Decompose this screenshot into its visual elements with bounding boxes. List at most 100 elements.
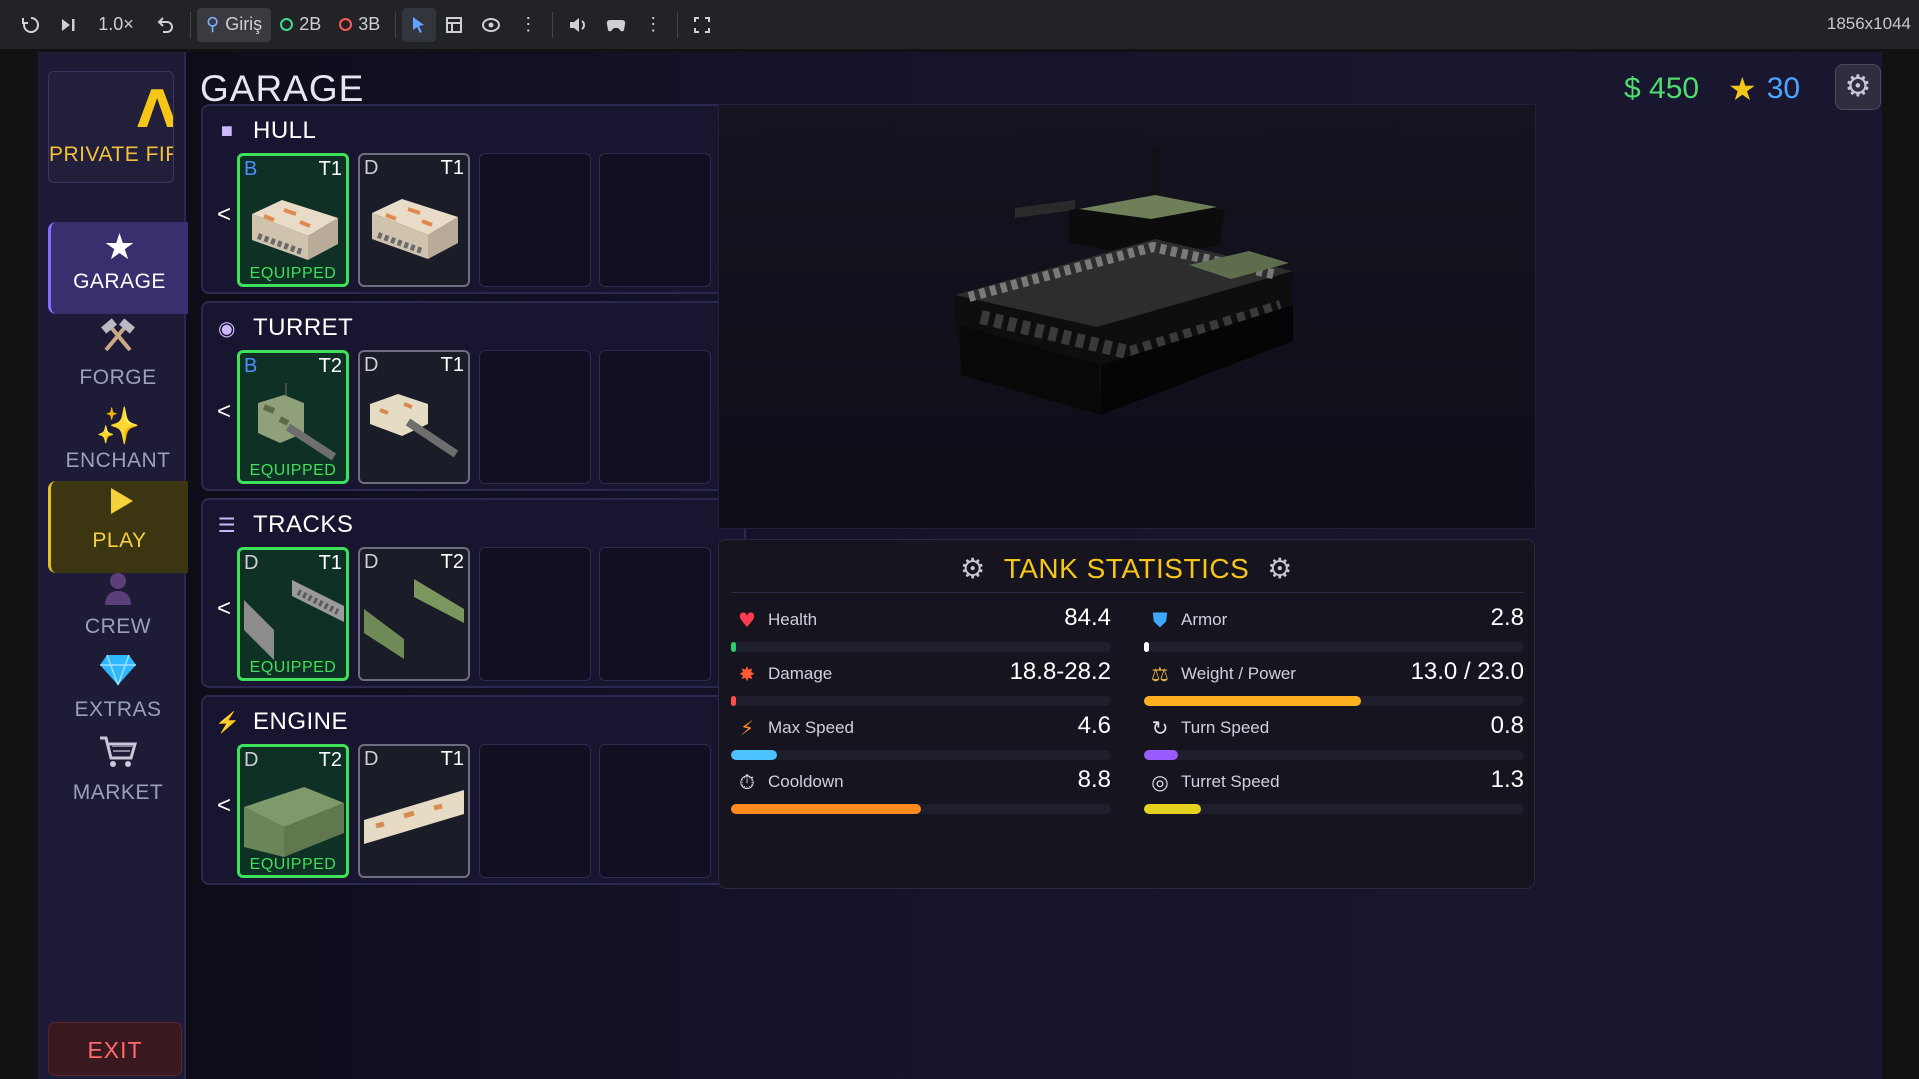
tier-label: T1: [440, 157, 464, 179]
divider: [552, 11, 554, 38]
pin-icon: ⚲: [206, 14, 220, 34]
part-slot[interactable]: D T1: [358, 153, 470, 287]
nav-label: PLAY: [92, 529, 147, 552]
rank-logo: Λ.: [137, 80, 174, 140]
tier-label: T1: [318, 158, 342, 180]
gear-icon: ⚙: [960, 553, 986, 584]
stat-bar-fill: [731, 696, 736, 706]
empty-slot[interactable]: [599, 350, 711, 484]
part-slot[interactable]: D T1: [358, 350, 470, 484]
nav-crew[interactable]: CREW: [48, 567, 188, 659]
part-panel-tracks: ☰ TRACKS < D T1 EQUIPPED D T2 >: [201, 498, 746, 688]
nav-garage[interactable]: ★ GARAGE: [48, 222, 188, 314]
nav-extras[interactable]: EXTRAS: [48, 650, 188, 742]
sidebar: Λ. PRIVATE FIRST ★ GARAGE FORGE ✨ ENCHAN…: [38, 52, 188, 1079]
tier-label: T1: [440, 354, 464, 376]
layout-icon[interactable]: [436, 8, 472, 42]
nav-forge[interactable]: FORGE: [48, 318, 188, 410]
part-slot[interactable]: B T2 EQUIPPED: [237, 350, 349, 484]
gem-icon: [48, 650, 188, 698]
stopwatch-icon: ⏱: [739, 770, 755, 794]
empty-slot[interactable]: [479, 153, 591, 287]
settings-button[interactable]: ⚙: [1835, 64, 1881, 110]
rank-badge[interactable]: Λ. PRIVATE FIRST: [48, 71, 174, 183]
cart-icon: [48, 733, 188, 781]
tank-preview[interactable]: [718, 104, 1536, 529]
divider: [677, 11, 679, 38]
part-slot[interactable]: D T1 EQUIPPED: [237, 547, 349, 681]
scene-tab[interactable]: ⚲ Giriş: [197, 7, 272, 42]
empty-slot[interactable]: [479, 744, 591, 878]
stat-value: 2.8: [1490, 604, 1524, 631]
part-slot[interactable]: B T1 EQUIPPED: [237, 153, 349, 287]
empty-slot[interactable]: [599, 744, 711, 878]
more-icon[interactable]: ⋮: [510, 8, 546, 42]
divider: [190, 11, 191, 38]
gamepad-icon[interactable]: [597, 8, 635, 42]
part-header: ◉ TURRET: [215, 314, 353, 342]
scene-tab-label: Giriş: [225, 14, 263, 34]
speed-button[interactable]: 1.0×: [86, 8, 146, 42]
stat-bar: [731, 804, 1111, 814]
hull-thumbnail: [372, 199, 458, 259]
stat-cooldown: ⏱ Cooldown 8.8: [731, 766, 1111, 816]
nav-label: MARKET: [72, 781, 164, 804]
equipped-label: EQUIPPED: [249, 462, 337, 479]
rarity-label: D: [364, 748, 379, 770]
stat-label: Weight / Power: [1181, 664, 1296, 683]
volume-icon[interactable]: [559, 8, 597, 42]
part-slot[interactable]: D T2: [358, 547, 470, 681]
stat-bar-fill: [731, 750, 777, 760]
part-slot[interactable]: D T1: [358, 744, 470, 878]
rarity-label: D: [364, 157, 379, 179]
stat-bar-fill: [1144, 804, 1201, 814]
stats-header: ⚙ TANK STATISTICS ⚙: [719, 552, 1534, 585]
pointer-icon[interactable]: [402, 7, 437, 42]
stat-bar-fill: [731, 642, 736, 652]
nav-enchant[interactable]: ✨ ENCHANT: [48, 401, 188, 493]
hull-thumbnail: [252, 200, 338, 260]
part-header: ⚡ ENGINE: [215, 708, 348, 736]
empty-slot[interactable]: [599, 153, 711, 287]
empty-slot[interactable]: [599, 547, 711, 681]
refresh-icon[interactable]: [12, 8, 50, 42]
stat-label: Armor: [1181, 610, 1228, 629]
mode-3d-button[interactable]: 3B: [330, 8, 389, 42]
prev-arrow[interactable]: <: [217, 595, 231, 623]
stat-bar-fill: [731, 804, 921, 814]
rank-name: PRIVATE FIRST: [49, 143, 173, 166]
stat-value: 0.8: [1490, 712, 1524, 739]
nav-play[interactable]: PLAY: [48, 481, 188, 573]
prev-arrow[interactable]: <: [217, 201, 231, 229]
prev-arrow[interactable]: <: [217, 398, 231, 426]
fullscreen-icon[interactable]: [684, 8, 720, 42]
nav-market[interactable]: MARKET: [48, 733, 188, 825]
part-panel-engine: ⚡ ENGINE < D T2 EQUIPPED D T1 >: [201, 695, 746, 885]
empty-slot[interactable]: [479, 350, 591, 484]
stat-bar-fill: [1144, 642, 1149, 652]
part-panel-turret: ◉ TURRET < B T2 EQUIPPED D T1 >: [201, 301, 746, 491]
undo-icon[interactable]: [146, 8, 184, 42]
part-title: TURRET: [253, 314, 354, 341]
empty-slot[interactable]: [479, 547, 591, 681]
stat-turret-speed: ◎ Turret Speed 1.3: [1144, 766, 1524, 816]
stat-label: Damage: [768, 664, 833, 683]
eye-icon[interactable]: [472, 8, 510, 42]
stat-bar: [1144, 696, 1524, 706]
hammers-icon: [48, 318, 188, 366]
tier-label: T2: [440, 551, 464, 573]
exit-button[interactable]: EXIT: [48, 1022, 182, 1076]
explosion-icon: ✸: [738, 662, 756, 686]
stat-bar: [731, 750, 1111, 760]
stat-label: Cooldown: [768, 772, 844, 791]
engine-thumbnail: [244, 787, 344, 857]
garage-screen: Λ. PRIVATE FIRST ★ GARAGE FORGE ✨ ENCHAN…: [38, 52, 1882, 1079]
mode-2d-button[interactable]: 2B: [271, 8, 330, 42]
rarity-label: B: [244, 158, 258, 180]
part-slot[interactable]: D T2 EQUIPPED: [237, 744, 349, 878]
step-forward-icon[interactable]: [50, 8, 86, 42]
stat-max-speed: ⚡ Max Speed 4.6: [731, 712, 1111, 762]
more-icon[interactable]: ⋮: [635, 8, 671, 42]
money-counter: $ 450: [1624, 72, 1700, 105]
prev-arrow[interactable]: <: [217, 792, 231, 820]
